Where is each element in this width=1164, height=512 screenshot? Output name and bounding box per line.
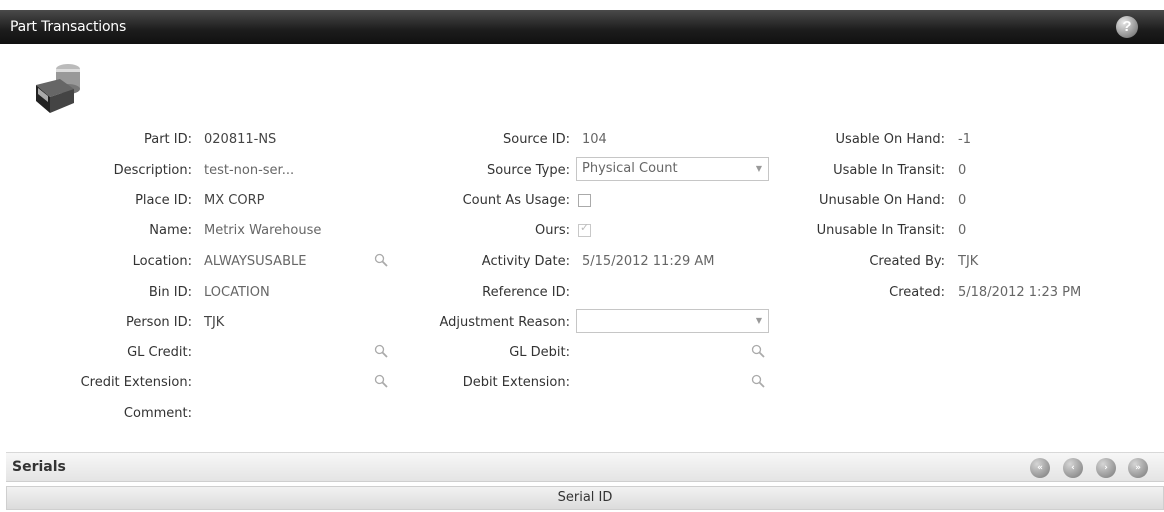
gl-debit-label: GL Debit:	[509, 345, 570, 360]
comment-label: Comment:	[123, 406, 192, 421]
gl-debit-row: GL Debit:	[0, 342, 1164, 364]
adjustment-reason-label: Adjustment Reason:	[439, 315, 570, 330]
serials-title: Serials	[12, 459, 66, 475]
unusable-in-transit-label: Unusable In Transit:	[816, 223, 945, 238]
first-page-button[interactable]: «	[1030, 458, 1050, 478]
usable-in-transit-value: 0	[958, 163, 967, 178]
usable-on-hand-label: Usable On Hand:	[835, 132, 945, 147]
unusable-on-hand-value: 0	[958, 193, 967, 208]
usable-on-hand-row: Usable On Hand: -1	[0, 129, 1164, 151]
previous-page-button[interactable]: ‹	[1063, 458, 1083, 478]
usable-on-hand-value: -1	[958, 132, 971, 147]
gl-debit-lookup-icon[interactable]	[750, 343, 766, 359]
created-label: Created:	[889, 285, 945, 300]
created-by-label: Created By:	[869, 254, 945, 269]
unusable-on-hand-label: Unusable On Hand:	[819, 193, 945, 208]
unusable-in-transit-row: Unusable In Transit: 0	[0, 220, 1164, 242]
created-value: 5/18/2012 1:23 PM	[958, 285, 1082, 300]
adjustment-reason-select[interactable]: ▼	[576, 309, 769, 333]
part-transaction-icon	[36, 64, 80, 113]
serials-header-bar: Serials « ‹ › »	[6, 452, 1164, 482]
unusable-on-hand-row: Unusable On Hand: 0	[0, 190, 1164, 212]
help-icon[interactable]: ?	[1116, 16, 1138, 38]
title-bar: Part Transactions ?	[0, 10, 1164, 44]
chevron-down-icon: ▼	[755, 316, 762, 325]
window-title: Part Transactions	[10, 19, 127, 35]
created-by-row: Created By: TJK	[0, 251, 1164, 273]
debit-extension-label: Debit Extension:	[462, 375, 570, 390]
unusable-in-transit-value: 0	[958, 223, 967, 238]
usable-in-transit-label: Usable In Transit:	[833, 163, 945, 178]
created-row: Created: 5/18/2012 1:23 PM	[0, 282, 1164, 304]
usable-in-transit-row: Usable In Transit: 0	[0, 160, 1164, 182]
created-by-value: TJK	[958, 254, 979, 269]
last-page-button[interactable]: »	[1128, 458, 1148, 478]
serial-id-column-header[interactable]: Serial ID	[6, 486, 1164, 510]
debit-extension-row: Debit Extension:	[0, 372, 1164, 394]
comment-row: Comment:	[0, 403, 1164, 425]
next-page-button[interactable]: ›	[1096, 458, 1116, 478]
debit-extension-lookup-icon[interactable]	[750, 373, 766, 389]
